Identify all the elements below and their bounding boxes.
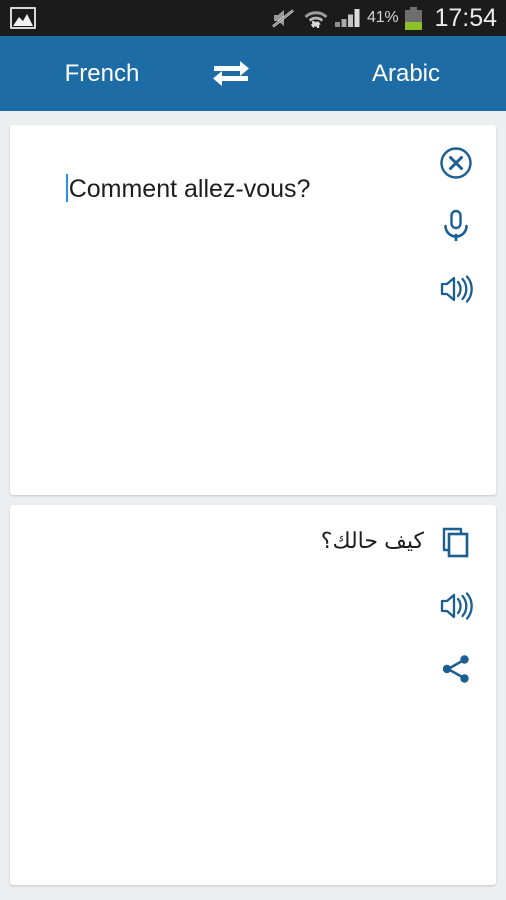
- translated-text-container: كيف حالك؟: [24, 527, 424, 555]
- speaker-icon: [438, 273, 474, 310]
- volume-mute-icon: [271, 7, 297, 29]
- share-icon: [440, 653, 472, 690]
- translated-text-value: كيف حالك؟: [320, 528, 424, 553]
- swap-languages-button[interactable]: [198, 54, 264, 93]
- cellular-signal-icon: [335, 7, 360, 29]
- source-text-field[interactable]: Comment allez-vous?: [24, 143, 424, 237]
- status-bar-notifications: [0, 7, 271, 29]
- target-language-button[interactable]: Arabic: [306, 60, 506, 88]
- source-text-card[interactable]: Comment allez-vous?: [10, 125, 496, 495]
- status-bar-indicators: 41% 17:54: [271, 3, 506, 32]
- status-bar: 41% 17:54: [0, 0, 506, 36]
- text-caret: [65, 174, 68, 203]
- speak-source-button[interactable]: [432, 267, 480, 315]
- swap-horizontal-arrows-icon: [210, 54, 252, 93]
- speaker-icon: [438, 590, 474, 627]
- status-bar-clock: 17:54: [434, 3, 497, 32]
- speak-target-button[interactable]: [432, 584, 480, 632]
- source-text-value: Comment allez-vous?: [68, 175, 311, 204]
- battery-percent-label: 41%: [367, 9, 399, 26]
- translated-text-card[interactable]: كيف حالك؟: [10, 505, 496, 885]
- language-toolbar: French Arabic: [0, 36, 506, 111]
- close-circle-icon: [439, 146, 473, 185]
- microphone-icon: [439, 208, 473, 249]
- copy-button[interactable]: [432, 521, 480, 569]
- source-language-button[interactable]: French: [2, 60, 202, 88]
- share-button[interactable]: [432, 647, 480, 695]
- translated-actions: [432, 521, 480, 695]
- voice-input-button[interactable]: [432, 204, 480, 252]
- copy-icon: [440, 526, 472, 565]
- wifi-icon: [304, 7, 328, 30]
- battery-icon: [405, 6, 423, 30]
- source-actions: [432, 141, 480, 315]
- app-root: 41% 17:54 French Arabic Comment allez-vo…: [0, 0, 506, 900]
- clear-button[interactable]: [432, 141, 480, 189]
- gallery-image-icon: [10, 7, 36, 29]
